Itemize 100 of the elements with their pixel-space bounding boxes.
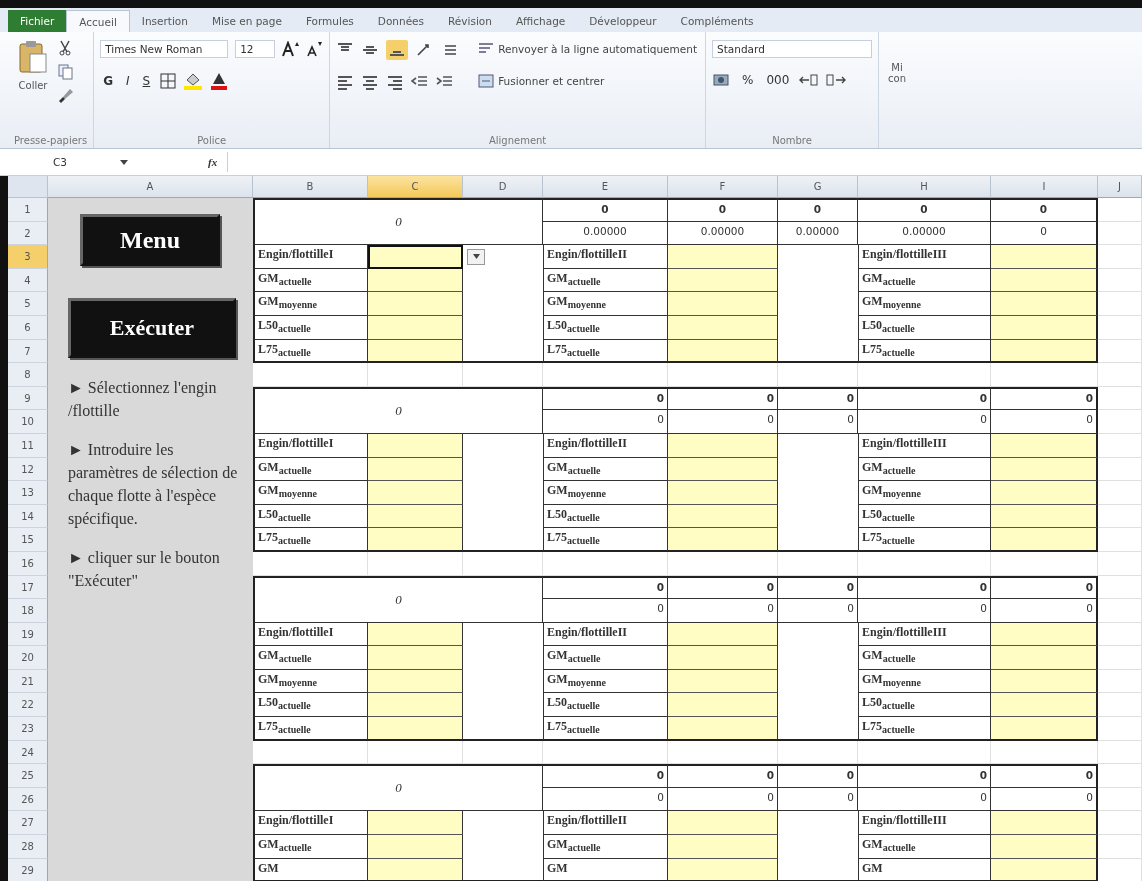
row-header[interactable]: 25 [8,764,48,788]
input-cell[interactable] [991,315,1098,340]
input-cell[interactable] [991,339,1098,364]
column-header[interactable]: H [858,176,991,198]
input-cell[interactable] [668,457,778,482]
ribbon-tab[interactable]: Développeur [577,10,669,32]
input-cell[interactable] [991,693,1098,718]
row-header[interactable]: 4 [8,268,48,293]
input-cell[interactable] [368,693,463,718]
align-left-icon[interactable] [336,74,355,90]
ribbon-tab[interactable]: Accueil [66,10,130,32]
column-header[interactable]: B [253,176,368,198]
row-header[interactable]: 18 [8,599,48,623]
input-cell[interactable] [991,504,1098,529]
input-cell[interactable] [991,646,1098,670]
input-cell[interactable] [668,858,778,881]
input-cell[interactable] [368,339,463,364]
input-cell[interactable] [991,717,1098,741]
input-cell[interactable] [368,433,463,458]
row-header[interactable]: 10 [8,410,48,434]
input-cell[interactable] [991,245,1098,269]
input-cell[interactable] [668,433,778,458]
increase-decimal-icon[interactable] [799,72,820,88]
grow-font-icon[interactable] [282,41,301,57]
copy-icon[interactable] [58,64,74,80]
paste-button[interactable]: Coller [14,36,52,95]
input-cell[interactable] [368,457,463,482]
row-header[interactable]: 7 [8,339,48,364]
ribbon-tab[interactable]: Affichage [503,10,578,32]
row-header[interactable]: 21 [8,669,48,694]
merge-center-button[interactable]: Fusionner et centrer [476,72,700,90]
shrink-font-icon[interactable] [307,41,324,57]
row-header[interactable]: 5 [8,292,48,316]
input-cell[interactable] [991,622,1098,647]
row-header[interactable]: 22 [8,693,48,718]
scissors-icon[interactable] [58,40,72,56]
thousands-button[interactable]: 000 [763,73,793,87]
input-cell[interactable] [668,693,778,718]
input-cell[interactable] [368,646,463,670]
borders-icon[interactable] [160,73,177,89]
insert-function-button[interactable]: fx [208,156,218,168]
ribbon-tab[interactable]: Fichier [8,10,67,32]
font-size-field[interactable]: 12 [235,40,276,58]
input-cell[interactable] [991,528,1098,552]
ribbon-tab[interactable]: Formules [293,10,366,32]
row-header[interactable]: 19 [8,622,48,647]
input-cell[interactable] [668,622,778,647]
row-header[interactable]: 15 [8,528,48,552]
column-header[interactable]: I [991,176,1098,198]
row-header[interactable]: 16 [8,551,48,576]
input-cell[interactable] [368,528,463,552]
input-cell[interactable] [668,528,778,552]
input-cell[interactable] [991,433,1098,458]
row-header[interactable]: 3 [8,245,48,269]
row-header[interactable]: 27 [8,811,48,836]
column-header[interactable]: G [778,176,858,198]
input-cell[interactable] [668,268,778,293]
input-cell[interactable] [991,835,1098,859]
input-cell[interactable] [668,646,778,670]
caret-icon[interactable] [120,158,128,166]
column-header[interactable]: A [48,176,253,198]
input-cell[interactable] [668,835,778,859]
ribbon-tab[interactable]: Insertion [129,10,200,32]
input-cell[interactable] [368,717,463,741]
decrease-decimal-icon[interactable] [826,72,847,88]
input-cell[interactable] [368,811,463,836]
row-header[interactable]: 20 [8,646,48,670]
paintbrush-icon[interactable] [58,88,74,104]
row-header[interactable]: 2 [8,221,48,246]
macro-button[interactable]: Exécuter [68,298,236,358]
input-cell[interactable] [368,481,463,505]
align-center-icon[interactable] [361,74,380,90]
align-right-icon[interactable] [386,74,405,90]
input-cell[interactable] [368,315,463,340]
input-cell[interactable] [991,292,1098,316]
fill-bucket-icon[interactable] [183,72,204,90]
row-header[interactable]: 24 [8,740,48,765]
input-cell[interactable] [991,457,1098,482]
font-family-field[interactable]: Times New Roman [100,40,229,58]
input-cell[interactable] [991,811,1098,836]
input-cell[interactable] [368,622,463,647]
input-cell[interactable] [368,268,463,293]
ribbon-tab[interactable]: Mise en page [199,10,294,32]
percent-button[interactable]: % [739,73,757,87]
row-header[interactable]: 1 [8,198,48,222]
row-header[interactable]: 26 [8,787,48,812]
conditional-format-button[interactable]: Mi con [879,32,910,148]
input-cell[interactable] [991,268,1098,293]
input-cell[interactable] [668,245,778,269]
macro-button[interactable]: Menu [80,214,220,266]
input-cell[interactable] [668,481,778,505]
input-cell[interactable] [668,811,778,836]
row-header[interactable]: 13 [8,481,48,505]
row-header[interactable]: 28 [8,835,48,859]
row-header[interactable]: 14 [8,504,48,529]
input-cell[interactable] [668,504,778,529]
ribbon-tab[interactable]: Compléments [668,10,766,32]
row-header[interactable]: 12 [8,457,48,482]
number-format-field[interactable]: Standard [712,40,873,58]
column-header[interactable]: D [463,176,543,198]
